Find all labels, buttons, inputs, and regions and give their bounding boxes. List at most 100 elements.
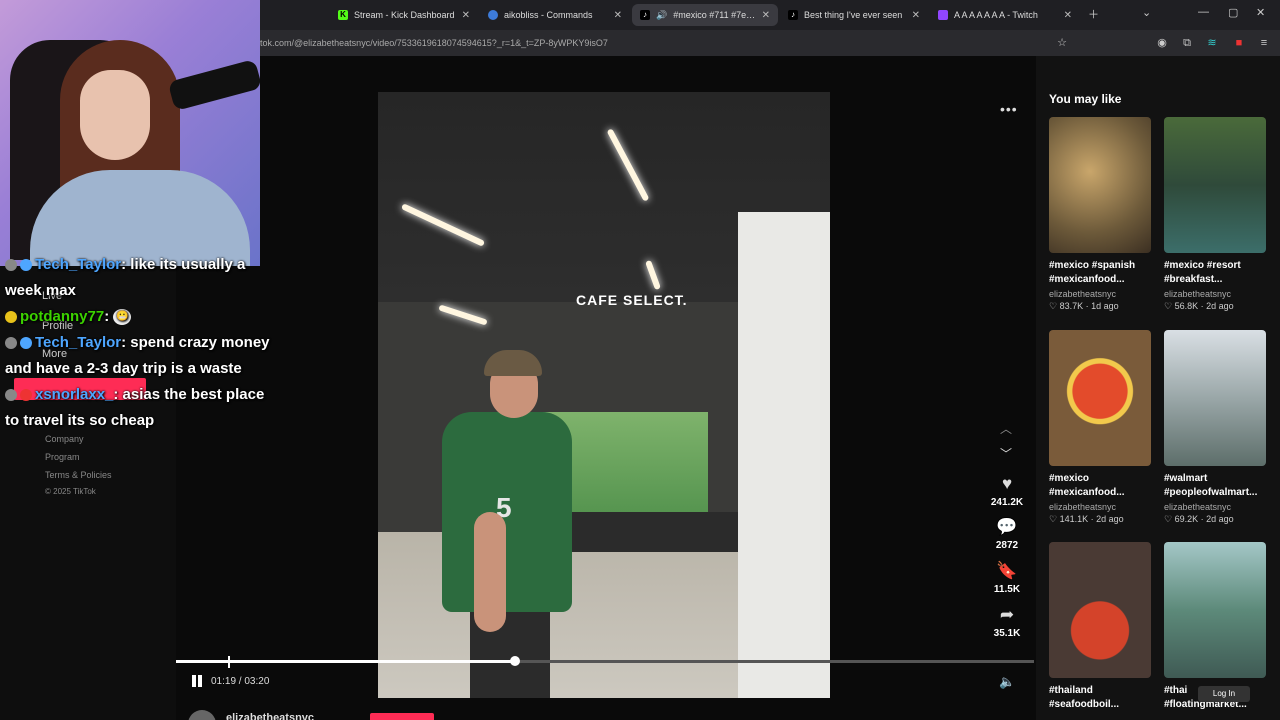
video-card[interactable]: #mexico #resort #breakfast... elizabethe…: [1164, 117, 1266, 312]
more-options-icon[interactable]: •••: [1000, 101, 1018, 117]
comment-icon[interactable]: 💬: [988, 517, 1026, 537]
man-cap: [484, 350, 542, 376]
video-card[interactable]: #mexico #mexicanfood... elizabetheatsnyc…: [1049, 330, 1151, 525]
chat-message: potdanny77: 😬: [5, 304, 275, 330]
progress-handle[interactable]: [509, 656, 520, 666]
volume-icon[interactable]: 🔈: [999, 674, 1015, 690]
tab-title: A A A A A A A - Twitch: [954, 10, 1038, 20]
man-arm: [474, 512, 506, 632]
extensions-icon[interactable]: ⧉: [1180, 36, 1194, 50]
video-thumbnail[interactable]: [1164, 542, 1266, 678]
close-tab-icon[interactable]: ✕: [912, 10, 920, 21]
close-tab-icon[interactable]: ✕: [462, 10, 470, 21]
comment-action[interactable]: 💬 2872: [988, 517, 1026, 551]
store-wall: [738, 212, 830, 698]
close-tab-icon[interactable]: ✕: [1064, 10, 1072, 21]
chat-overlay: Tech_Taylor: like its usually a week max…: [5, 252, 275, 434]
chat-badge-icon: [5, 337, 17, 350]
tab-title: Best thing I've ever seen: [804, 10, 903, 20]
card-age: 2d ago: [1206, 514, 1234, 524]
extension-icon[interactable]: ≋: [1205, 36, 1219, 50]
speaker-icon[interactable]: 🔊: [656, 10, 667, 21]
avatar[interactable]: [188, 710, 216, 720]
share-count: 35.1K: [993, 628, 1021, 639]
save-action[interactable]: 🔖 11.5K: [988, 561, 1026, 595]
heart-icon[interactable]: ♥: [988, 474, 1026, 494]
video-thumbnail[interactable]: [1164, 117, 1266, 253]
follow-button[interactable]: [370, 713, 434, 720]
footer-link-company[interactable]: Company: [45, 434, 84, 444]
video-thumbnail[interactable]: [1049, 330, 1151, 466]
login-chip[interactable]: Log In: [1198, 686, 1250, 702]
share-icon[interactable]: ➦: [988, 605, 1026, 625]
card-age: 1d ago: [1091, 301, 1119, 311]
ceiling-light: [438, 304, 488, 326]
heart-icon: ♡: [1164, 301, 1175, 311]
chat-message: xsnorlaxx_: asias the best place to trav…: [5, 382, 275, 434]
login-label: Log In: [1212, 689, 1236, 698]
minimize-icon[interactable]: —: [1198, 6, 1209, 18]
heart-icon: ♡: [1164, 514, 1175, 524]
maximize-icon[interactable]: ▢: [1228, 6, 1238, 19]
new-tab-icon[interactable]: ＋: [1088, 6, 1099, 22]
share-action[interactable]: ➦ 35.1K: [988, 605, 1026, 639]
footer-link-terms[interactable]: Terms & Policies: [45, 470, 112, 480]
chevron-up-icon[interactable]: ︿: [1000, 420, 1012, 437]
bookmark-star-icon[interactable]: ☆: [1055, 36, 1069, 50]
account-icon[interactable]: ◉: [1155, 36, 1169, 50]
card-author: elizabetheatsnyc: [1164, 502, 1232, 512]
card-author: elizabetheatsnyc: [1049, 289, 1117, 299]
save-count: 11.5K: [993, 584, 1021, 595]
microphone: [167, 58, 260, 112]
card-stats: ♡ 56.8K · 2d ago: [1164, 301, 1234, 311]
video-progress-bar[interactable]: [176, 656, 1034, 666]
close-tab-icon[interactable]: ✕: [614, 10, 622, 21]
card-likes: 56.8K: [1174, 301, 1199, 311]
chevron-down-icon[interactable]: ﹀: [1000, 445, 1012, 462]
video-frame[interactable]: CAFE SELECT. 5: [378, 92, 830, 698]
tab-kick-dashboard[interactable]: K Stream - Kick Dashboard ✕: [330, 4, 478, 26]
video-thumbnail[interactable]: [1049, 542, 1151, 678]
bookmark-icon[interactable]: 🔖: [988, 561, 1026, 581]
mouse-cursor: [228, 656, 236, 668]
chevron-down-icon[interactable]: ⌄: [1142, 6, 1151, 19]
footer-link-program[interactable]: Program: [45, 452, 80, 462]
chat-message: Tech_Taylor: spend crazy money and have …: [5, 330, 275, 382]
card-tags: #mexico #mexicanfood...: [1049, 473, 1125, 498]
card-stats: ♡ 69.2K · 2d ago: [1164, 514, 1234, 524]
card-age: 2d ago: [1096, 514, 1124, 524]
tiktok-icon: ♪: [640, 10, 650, 20]
tab-tiktok-mexico[interactable]: ♪ 🔊 #mexico #711 #7eleven #s ✕: [632, 4, 778, 26]
card-tags: #walmart #peopleofwalmart...: [1164, 473, 1258, 498]
video-card[interactable]: #mexico #spanish #mexicanfood... elizabe…: [1049, 117, 1151, 312]
pause-button[interactable]: [190, 674, 204, 688]
tab-aikobliss-commands[interactable]: aikobliss - Commands ✕: [480, 4, 630, 26]
chat-username: Tech_Taylor: [35, 334, 122, 351]
chat-badge-icon: [5, 389, 17, 402]
close-tab-icon[interactable]: ✕: [762, 10, 770, 21]
tab-tiktok-best-thing[interactable]: ♪ Best thing I've ever seen ✕: [780, 4, 928, 26]
card-likes: 83.7K: [1059, 301, 1084, 311]
streamer-face: [80, 70, 150, 160]
tab-title: #mexico #711 #7eleven #s: [673, 10, 755, 20]
copyright-text: © 2025 TikTok: [45, 487, 96, 496]
url-field[interactable]: tok.com/@elizabetheatsnyc/video/75336196…: [260, 38, 608, 48]
like-action[interactable]: ♥ 241.2K: [988, 474, 1026, 508]
heart-icon: ♡: [1049, 514, 1060, 524]
video-card[interactable]: #walmart #peopleofwalmart... elizabethea…: [1164, 330, 1266, 525]
tab-twitch[interactable]: A A A A A A A - Twitch ✕: [930, 4, 1080, 26]
chat-text: :: [104, 308, 114, 325]
card-tags: #thailand #seafoodboil...: [1049, 685, 1120, 710]
chat-badge-icon: [20, 259, 32, 272]
video-thumbnail[interactable]: [1049, 117, 1151, 253]
tab-title: Stream - Kick Dashboard: [354, 10, 455, 20]
card-author: elizabetheatsnyc: [1049, 502, 1117, 512]
author-name[interactable]: elizabetheatsnyc: [226, 712, 314, 720]
menu-icon[interactable]: ≡: [1257, 36, 1271, 50]
cafe-sign: CAFE SELECT.: [576, 292, 688, 308]
close-window-icon[interactable]: ✕: [1256, 6, 1265, 19]
video-card[interactable]: #thailand #seafoodboil...: [1049, 542, 1151, 712]
extension-icon[interactable]: ■: [1232, 36, 1246, 50]
video-thumbnail[interactable]: [1164, 330, 1266, 466]
chat-username: xsnorlaxx_: [35, 386, 114, 403]
